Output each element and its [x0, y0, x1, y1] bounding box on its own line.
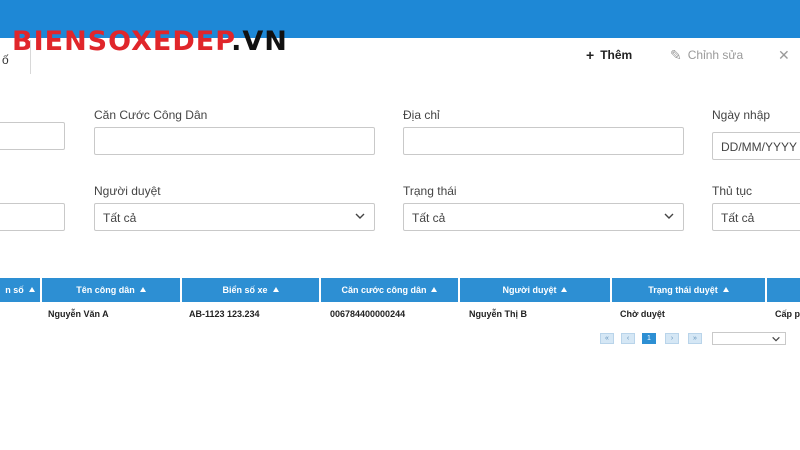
cell-citizen-name: Nguyễn Văn A: [48, 309, 109, 319]
tab-partial-label: ố: [2, 53, 9, 67]
column-header-label: Người duyệt: [502, 285, 557, 295]
cell-plate: AB-1123 123.234: [189, 309, 260, 319]
secondary-input[interactable]: [0, 203, 65, 231]
chevron-down-icon: [664, 213, 674, 219]
page-size-select[interactable]: [712, 332, 786, 345]
address-input[interactable]: [403, 127, 684, 155]
sort-icon: [561, 286, 568, 292]
column-header-label: n số: [5, 285, 24, 295]
first-page-button[interactable]: «: [600, 333, 614, 344]
close-icon: ✕: [778, 47, 790, 63]
column-header-extra[interactable]: [767, 278, 800, 302]
chevron-down-icon: [355, 213, 365, 219]
procedure-label: Thủ tục: [712, 184, 753, 198]
last-page-button[interactable]: »: [688, 333, 702, 344]
column-header-label: Tên công dân: [76, 285, 135, 295]
date-input[interactable]: DD/MM/YYYY: [712, 132, 800, 160]
delete-button[interactable]: ✕: [778, 48, 790, 62]
add-button-label: Thêm: [600, 48, 633, 62]
cell-approval-status: Chờ duyệt: [620, 309, 665, 319]
tab-partial[interactable]: ố: [0, 40, 31, 74]
address-label: Địa chỉ: [403, 108, 440, 122]
column-header-label: Căn cước công dân: [341, 285, 427, 295]
status-label: Trạng thái: [403, 184, 457, 198]
edit-button-label: Chỉnh sửa: [687, 48, 744, 62]
sort-icon: [431, 286, 438, 292]
chevron-down-icon: [772, 336, 780, 342]
edit-button[interactable]: ✎ Chỉnh sửa: [670, 48, 743, 62]
cell-cccd: 006784400000244: [330, 309, 406, 319]
cccd-input[interactable]: [94, 127, 375, 155]
sort-icon: [139, 286, 146, 292]
sort-icon: [722, 286, 729, 292]
plus-icon: +: [586, 47, 595, 63]
code-input[interactable]: [0, 122, 65, 150]
add-button[interactable]: + Thêm: [586, 48, 632, 62]
column-header-plate[interactable]: Biển số xe: [182, 278, 319, 302]
sort-icon: [28, 286, 35, 292]
column-header-cccd[interactable]: Căn cước công dân: [321, 278, 458, 302]
column-header-number[interactable]: n số: [0, 278, 40, 302]
prev-page-button[interactable]: ‹: [621, 333, 635, 344]
procedure-select-value: Tất cả: [721, 211, 755, 225]
column-header-label: Trạng thái duyệt: [648, 285, 718, 295]
page-number-current[interactable]: 1: [642, 333, 656, 344]
sort-icon: [272, 286, 279, 292]
brand-text-main: BIENSOXEDEP: [12, 26, 232, 57]
brand-watermark: BIENSOXEDEP.VN: [12, 26, 288, 57]
brand-text-domain: .VN: [231, 26, 288, 57]
date-input-placeholder: DD/MM/YYYY: [721, 140, 798, 154]
cell-approver: Nguyễn Thị B: [469, 309, 527, 319]
pencil-icon: ✎: [670, 47, 682, 63]
column-header-approver[interactable]: Người duyệt: [460, 278, 610, 302]
column-header-citizen-name[interactable]: Tên công dân: [42, 278, 180, 302]
status-select-value: Tất cả: [412, 211, 446, 225]
column-header-label: Biển số xe: [222, 285, 268, 295]
next-page-button[interactable]: ›: [665, 333, 679, 344]
cell-procedure: Cấp p: [775, 309, 800, 319]
approver-label: Người duyệt: [94, 184, 161, 198]
column-header-approval-status[interactable]: Trạng thái duyệt: [612, 278, 765, 302]
status-select[interactable]: Tất cả: [403, 203, 684, 231]
approver-select-value: Tất cả: [103, 211, 137, 225]
date-label: Ngày nhập: [712, 108, 771, 122]
procedure-select[interactable]: Tất cả: [712, 203, 800, 231]
approver-select[interactable]: Tất cả: [94, 203, 375, 231]
cccd-label: Căn Cước Công Dân: [94, 108, 208, 122]
